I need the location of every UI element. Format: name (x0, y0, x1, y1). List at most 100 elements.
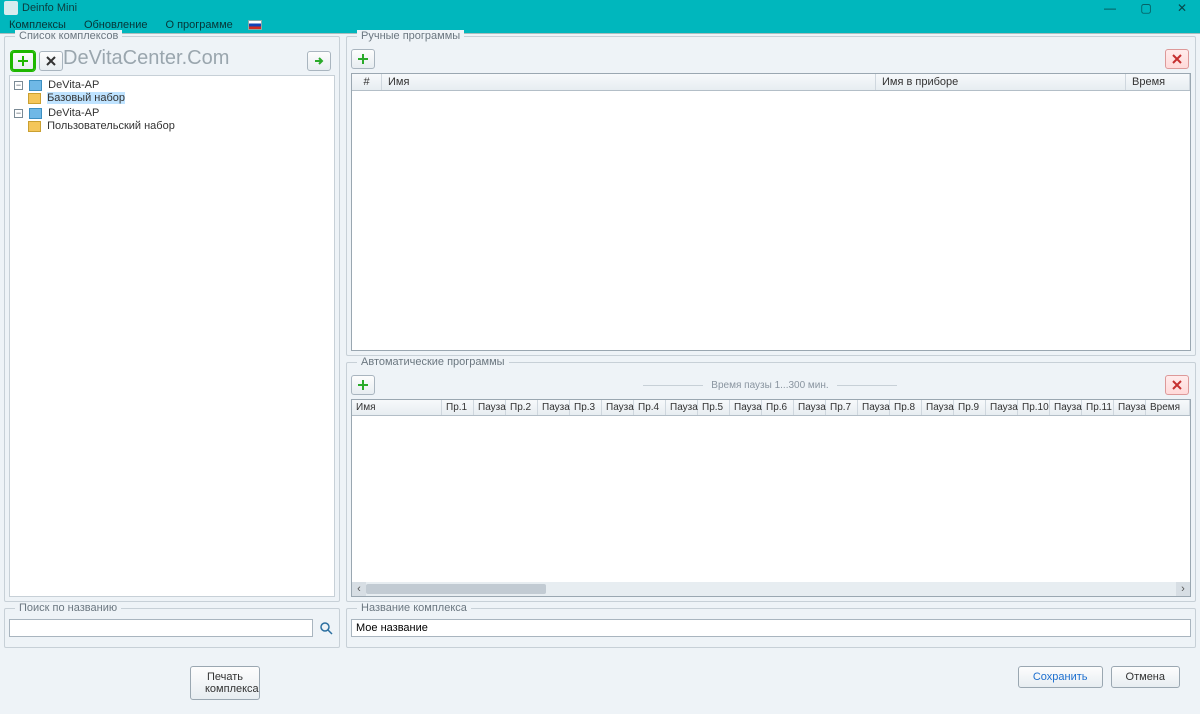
col-pr-4: Пр.4 (634, 400, 666, 415)
search-group-title: Поиск по названию (15, 602, 121, 614)
col-pause-1: Пауза (474, 400, 506, 415)
search-group: Поиск по названию (4, 608, 340, 648)
manual-table[interactable]: # Имя Имя в приборе Время (351, 73, 1191, 351)
col-pause-7: Пауза (858, 400, 890, 415)
tree-label: DeVita-AP (48, 79, 99, 91)
close-button[interactable]: ✕ (1164, 0, 1200, 16)
search-input[interactable] (9, 619, 313, 637)
left-pane: Список комплексов DeVitaCenter.Com − (0, 34, 344, 714)
x-icon (1171, 53, 1183, 65)
manual-programs-group: Ручные программы # Имя Имя в приборе Вре… (346, 36, 1196, 356)
menu-complexes[interactable]: Комплексы (0, 19, 75, 31)
book-icon (29, 80, 42, 91)
col-pr-6: Пр.6 (762, 400, 794, 415)
auto-group-title: Автоматические программы (357, 356, 509, 368)
scroll-left-icon[interactable]: ‹ (352, 582, 366, 596)
collapse-icon[interactable]: − (14, 109, 23, 118)
scroll-track[interactable] (366, 584, 1176, 594)
main-area: Список комплексов DeVitaCenter.Com − (0, 34, 1200, 714)
tree-label: DeVita-AP (48, 107, 99, 119)
save-button[interactable]: Сохранить (1018, 666, 1103, 688)
tree-forward-button[interactable] (307, 51, 331, 71)
col-pause-6: Пауза (794, 400, 826, 415)
col-time: Время (1146, 400, 1190, 415)
tree-add-button[interactable] (11, 51, 35, 71)
language-flag-icon[interactable] (248, 20, 262, 30)
complex-name-group: Название комплекса (346, 608, 1196, 648)
tree-node-base-set[interactable]: Базовый набор (28, 91, 332, 105)
col-pr-2: Пр.2 (506, 400, 538, 415)
app-icon (4, 1, 18, 15)
auto-table-header: Имя Пр.1ПаузаПр.2ПаузаПр.3ПаузаПр.4Пауза… (352, 400, 1190, 416)
collapse-icon[interactable]: − (14, 81, 23, 90)
col-pause-5: Пауза (730, 400, 762, 415)
col-pause-11: Пауза (1114, 400, 1146, 415)
book-icon (29, 108, 42, 119)
auto-programs-group: Автоматические программы Время паузы 1..… (346, 362, 1196, 602)
tree-toolbar: DeVitaCenter.Com (9, 49, 335, 75)
col-pr-1: Пр.1 (442, 400, 474, 415)
col-pr-3: Пр.3 (570, 400, 602, 415)
tree-label: Базовый набор (47, 92, 125, 104)
auto-table[interactable]: Имя Пр.1ПаузаПр.2ПаузаПр.3ПаузаПр.4Пауза… (351, 399, 1191, 597)
col-pr-7: Пр.7 (826, 400, 858, 415)
plus-icon (17, 55, 29, 67)
print-complex-button[interactable]: Печать комплекса (190, 666, 260, 700)
col-pause-9: Пауза (986, 400, 1018, 415)
folder-icon (28, 121, 41, 132)
col-pr-10: Пр.10 (1018, 400, 1050, 415)
tree-delete-button[interactable] (39, 51, 63, 71)
tree-node-devita-2[interactable]: − DeVita-AP Пользовательский набор (14, 106, 332, 134)
manual-table-header: # Имя Имя в приборе Время (352, 74, 1190, 91)
auto-delete-button[interactable] (1165, 375, 1189, 395)
manual-add-button[interactable] (351, 49, 375, 69)
col-pr-5: Пр.5 (698, 400, 730, 415)
search-icon[interactable] (317, 619, 335, 637)
col-name: Имя (382, 74, 876, 90)
window-controls: — ▢ ✕ (1092, 0, 1200, 16)
col-time: Время (1126, 74, 1190, 90)
col-pause-8: Пауза (922, 400, 954, 415)
manual-group-title: Ручные программы (357, 30, 464, 42)
plus-icon (357, 379, 369, 391)
manual-delete-button[interactable] (1165, 49, 1189, 69)
cancel-button[interactable]: Отмена (1111, 666, 1180, 688)
col-device: Имя в приборе (876, 74, 1126, 90)
arrow-right-icon (313, 55, 325, 67)
col-pr-8: Пр.8 (890, 400, 922, 415)
col-pause-2: Пауза (538, 400, 570, 415)
watermark-text: DeVitaCenter.Com (63, 47, 229, 70)
complex-list-title: Список комплексов (15, 30, 122, 42)
horizontal-scrollbar[interactable]: ‹ › (352, 582, 1190, 596)
x-icon (1171, 379, 1183, 391)
complex-name-title: Название комплекса (357, 602, 471, 614)
col-name: Имя (352, 400, 442, 415)
minimize-button[interactable]: — (1092, 0, 1128, 16)
tree-label: Пользовательский набор (47, 120, 175, 132)
plus-icon (357, 53, 369, 65)
titlebar: Deinfo Mini — ▢ ✕ (0, 0, 1200, 16)
menu-update[interactable]: Обновление (75, 19, 157, 31)
pause-hint: Время паузы 1...300 мин. (381, 380, 1159, 391)
maximize-button[interactable]: ▢ (1128, 0, 1164, 16)
complex-list-group: Список комплексов DeVitaCenter.Com − (4, 36, 340, 602)
col-pr-11: Пр.11 (1082, 400, 1114, 415)
bottom-bar: Печать комплекса Сохранить Отмена (0, 652, 1200, 708)
menu-about[interactable]: О программе (156, 19, 241, 31)
col-pause-4: Пауза (666, 400, 698, 415)
tree-node-user-set[interactable]: Пользовательский набор (28, 119, 332, 133)
x-icon (45, 55, 57, 67)
complex-tree[interactable]: − DeVita-AP Базовый набор − (9, 75, 335, 597)
scroll-right-icon[interactable]: › (1176, 582, 1190, 596)
tree-node-devita-1[interactable]: − DeVita-AP Базовый набор (14, 78, 332, 106)
scroll-thumb[interactable] (366, 584, 546, 594)
auto-toolbar: Время паузы 1...300 мин. (351, 375, 1191, 399)
complex-name-input[interactable] (351, 619, 1191, 637)
window-title: Deinfo Mini (22, 2, 77, 14)
folder-icon (28, 93, 41, 104)
manual-toolbar (351, 49, 1191, 73)
col-pr-9: Пр.9 (954, 400, 986, 415)
menubar: Комплексы Обновление О программе (0, 16, 1200, 34)
auto-add-button[interactable] (351, 375, 375, 395)
col-number: # (352, 74, 382, 90)
